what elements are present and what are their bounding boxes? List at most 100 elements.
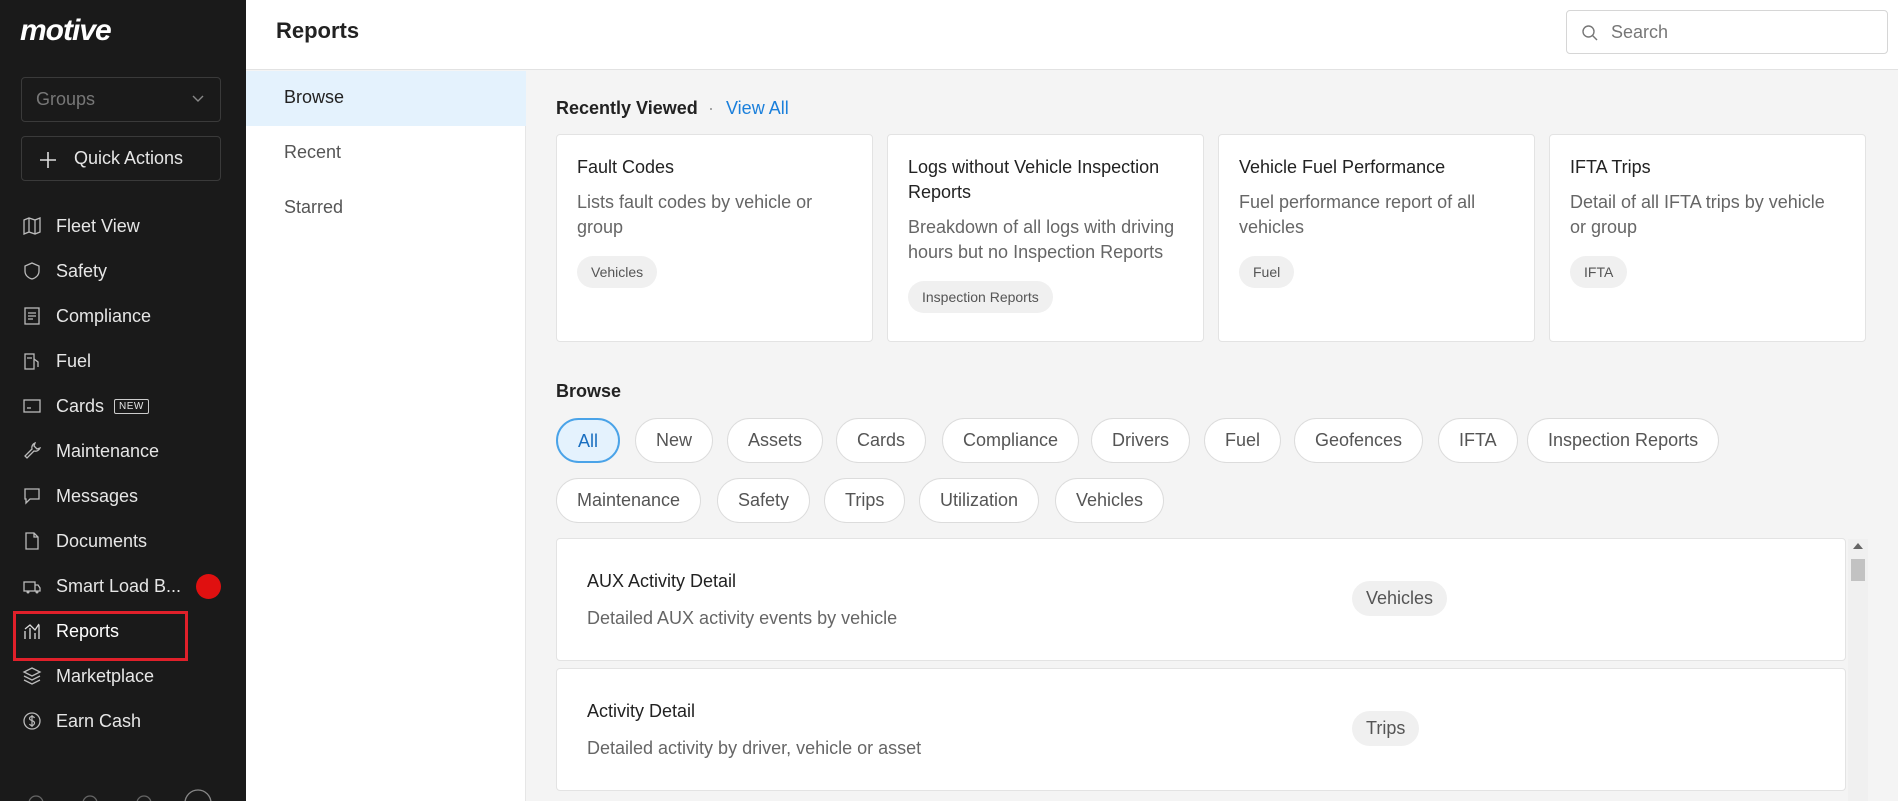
filter-chip-new[interactable]: New [635, 418, 714, 463]
card-tag: Fuel [1239, 256, 1295, 288]
card-tag: Vehicles [577, 256, 658, 288]
filter-chip-assets[interactable]: Assets [727, 418, 824, 463]
card-description: Detail of all IFTA trips by vehicle or g… [1570, 192, 1825, 237]
sidebar: motive Groups Quick Actions Fleet View S… [0, 0, 246, 801]
subnav-item-starred[interactable]: Starred [246, 181, 526, 236]
sidebar-item-label: Messages [56, 486, 139, 506]
filter-chip-utilization[interactable]: Utilization [919, 478, 1040, 523]
filter-chip-trips[interactable]: Trips [824, 478, 906, 523]
sidebar-item-label: Cards [56, 396, 105, 416]
sidebar-item-documents[interactable]: Documents [0, 519, 246, 564]
card-description: Breakdown of all logs with driving hours… [908, 217, 1175, 262]
sidebar-footer-icons [28, 789, 212, 801]
report-row[interactable]: Activity Detail Detailed activity by dri… [556, 668, 1846, 791]
sidebar-item-label: Compliance [56, 306, 152, 326]
alert-dot [196, 574, 221, 599]
search-box[interactable] [1566, 10, 1888, 54]
truck-load-icon [23, 581, 41, 594]
sidebar-item-safety[interactable]: Safety [0, 249, 246, 294]
filter-chip-geofences[interactable]: Geofences [1294, 418, 1424, 463]
filter-chip-cards[interactable]: Cards [836, 418, 927, 463]
fuel-pump-icon [24, 353, 39, 370]
sidebar-item-earn-cash[interactable]: Earn Cash [0, 699, 246, 744]
sidebar-item-label: Fleet View [56, 216, 140, 236]
quick-actions-label: Quick Actions [74, 148, 184, 168]
search-icon [1582, 25, 1598, 41]
subnav-item-browse[interactable]: Browse [246, 71, 526, 126]
recently-viewed-heading: Recently Viewed [556, 98, 698, 118]
filter-chip-all[interactable]: All [556, 418, 621, 463]
map-icon [23, 217, 41, 235]
sidebar-item-cards[interactable]: Cards NEW [0, 384, 246, 429]
filter-chip-compliance[interactable]: Compliance [942, 418, 1080, 463]
sidebar-item-label: Smart Load B... [56, 576, 182, 596]
sidebar-item-maintenance[interactable]: Maintenance [0, 429, 246, 474]
filter-chip-maintenance[interactable]: Maintenance [556, 478, 702, 523]
subnav-item-recent[interactable]: Recent [246, 126, 526, 181]
filter-chip-inspection-reports[interactable]: Inspection Reports [1527, 418, 1720, 463]
chart-icon [24, 623, 40, 639]
dollar-icon [23, 712, 41, 730]
filter-chip-fuel[interactable]: Fuel [1204, 418, 1282, 463]
layers-icon [22, 667, 42, 685]
groups-dropdown[interactable]: Groups [21, 77, 221, 122]
recent-report-card[interactable]: Logs without Vehicle Inspection Reports … [887, 134, 1204, 342]
card-title: Vehicle Fuel Performance [1239, 157, 1446, 177]
main-content: Recently Viewed · View All Fault Codes L… [526, 71, 1898, 801]
motive-logo[interactable]: motive [20, 14, 112, 48]
sidebar-item-label: Fuel [56, 351, 92, 371]
sidebar-item-marketplace[interactable]: Marketplace [0, 654, 246, 699]
sidebar-item-fuel[interactable]: Fuel [0, 339, 246, 384]
scroll-up-arrow-icon[interactable] [1853, 543, 1863, 549]
page-title: Reports [276, 18, 360, 43]
sidebar-item-label: Earn Cash [56, 711, 142, 731]
sidebar-item-messages[interactable]: Messages [0, 474, 246, 519]
sidebar-item-label: Marketplace [56, 666, 155, 686]
recent-report-card[interactable]: Fault Codes Lists fault codes by vehicle… [556, 134, 873, 342]
browse-heading: Browse [556, 381, 622, 401]
report-tag: Trips [1352, 711, 1420, 746]
sidebar-item-label: Reports [56, 621, 120, 641]
filter-chip-drivers[interactable]: Drivers [1091, 418, 1190, 463]
filter-chip-safety[interactable]: Safety [717, 478, 811, 523]
new-badge: NEW [114, 399, 149, 414]
report-description: Detailed AUX activity events by vehicle [587, 608, 898, 628]
recent-report-card[interactable]: Vehicle Fuel Performance Fuel performanc… [1218, 134, 1535, 342]
card-icon [23, 399, 41, 413]
sidebar-item-fleet-view[interactable]: Fleet View [0, 204, 246, 249]
search-input[interactable] [1611, 11, 1881, 53]
report-description: Detailed activity by driver, vehicle or … [587, 738, 922, 758]
report-row[interactable]: AUX Activity Detail Detailed AUX activit… [556, 538, 1846, 661]
sidebar-item-label: Documents [56, 531, 148, 551]
recent-report-card[interactable]: IFTA Trips Detail of all IFTA trips by v… [1549, 134, 1866, 342]
card-description: Lists fault codes by vehicle or group [577, 192, 813, 237]
sidebar-item-reports[interactable]: Reports [0, 609, 246, 661]
wrench-icon [24, 441, 42, 459]
card-title: Logs without Vehicle Inspection Reports [908, 157, 1160, 202]
reports-subnav: Browse Recent Starred [246, 71, 526, 801]
report-title: Activity Detail [587, 701, 696, 721]
top-header: Reports [246, 0, 1898, 70]
quick-actions-button[interactable]: Quick Actions [21, 136, 221, 181]
file-icon [25, 532, 39, 550]
chat-icon [24, 488, 40, 505]
view-all-link[interactable]: View All [726, 98, 789, 119]
sidebar-item-label: Safety [56, 261, 108, 281]
filter-chip-vehicles[interactable]: Vehicles [1055, 478, 1165, 523]
chevron-down-icon [192, 95, 204, 102]
document-list-icon [24, 307, 40, 325]
card-title: IFTA Trips [1570, 157, 1651, 177]
groups-dropdown-label: Groups [36, 89, 96, 109]
sidebar-item-compliance[interactable]: Compliance [0, 294, 246, 339]
card-tag: IFTA [1570, 256, 1628, 288]
scroll-thumb[interactable] [1851, 559, 1865, 581]
report-list-scrollbar[interactable] [1848, 539, 1868, 801]
sidebar-item-label: Maintenance [56, 441, 160, 461]
filter-chip-ifta[interactable]: IFTA [1438, 418, 1518, 463]
card-tag: Inspection Reports [908, 281, 1053, 313]
sidebar-item-smart-load-board[interactable]: Smart Load B... [0, 564, 246, 609]
heading-separator: · [708, 98, 714, 118]
sidebar-nav: Fleet View Safety Compliance Fuel Cards … [0, 204, 246, 744]
report-title: AUX Activity Detail [587, 571, 737, 591]
plus-icon [40, 152, 56, 168]
